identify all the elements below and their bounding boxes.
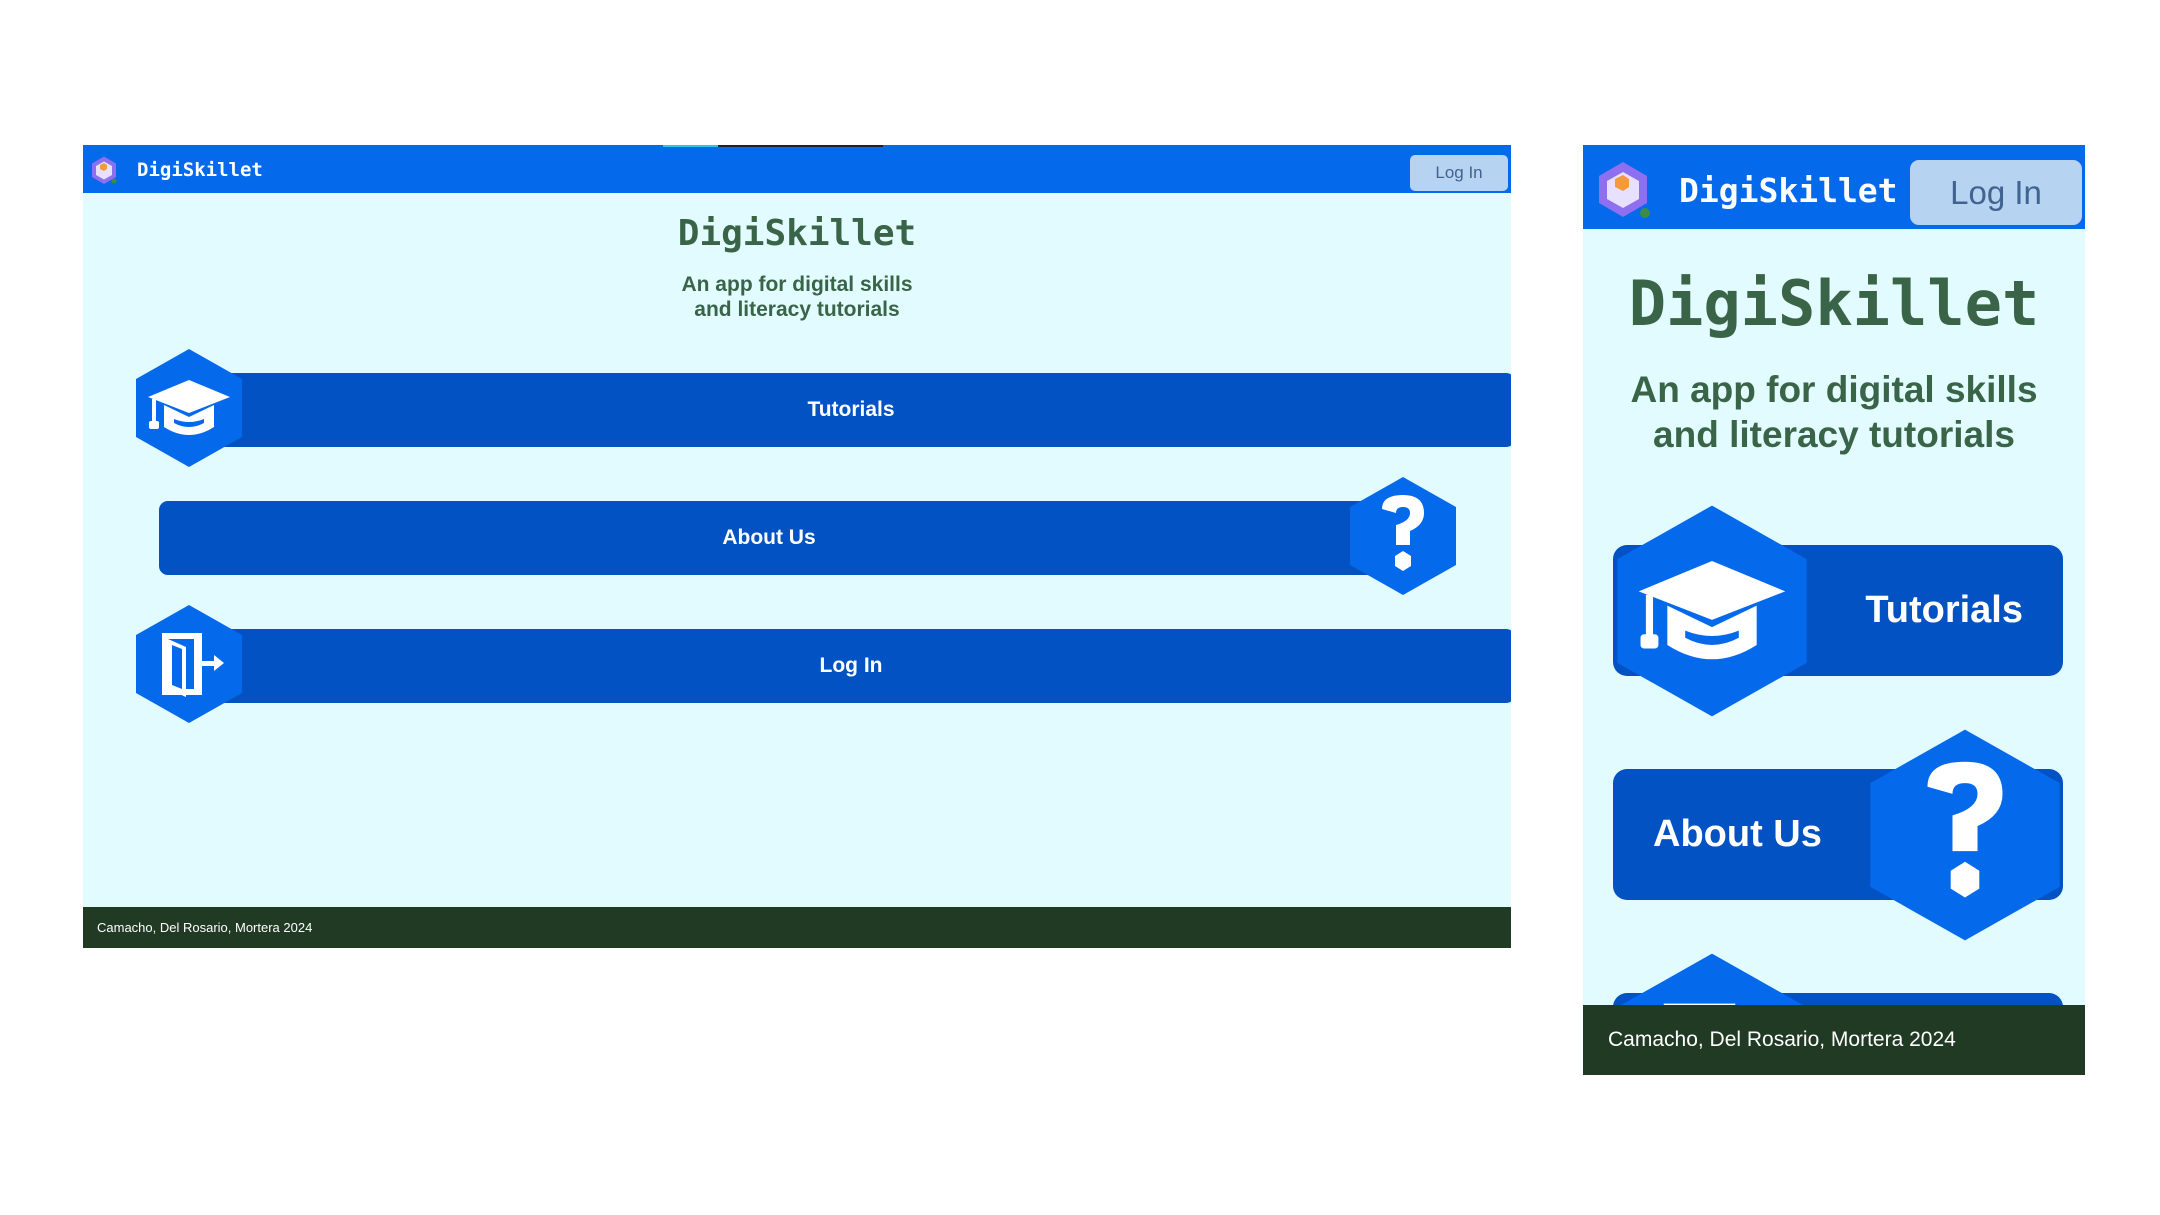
subtitle-line-1: An app for digital skills [1630,369,2038,410]
mobile-navbar: DigiSkillet Log In [1583,145,2085,229]
question-mark-icon[interactable] [1348,475,1458,597]
page-title: DigiSkillet [677,213,917,254]
navbar-login-button[interactable]: Log In [1410,155,1508,191]
mobile-screen: DigiSkillet Log In DigiSkillet An app fo… [1583,145,2085,1075]
navbar-brand[interactable]: DigiSkillet [1679,171,1898,210]
page-title: DigiSkillet [1628,267,2040,340]
subtitle-line-2: and literacy tutorials [694,298,900,321]
tutorials-button-label: Tutorials [1865,589,2023,631]
login-menu-button-label: Log In [819,654,883,677]
navbar-brand[interactable]: DigiSkillet [137,159,263,181]
door-exit-icon[interactable] [134,603,244,725]
graduation-cap-icon[interactable] [134,347,244,469]
subtitle-line-2: and literacy tutorials [1653,414,2015,455]
desktop-screen: DigiSkillet Log In DigiSkillet An app fo… [83,145,1511,948]
subtitle-line-1: An app for digital skills [681,273,913,296]
app-logo-icon [1599,162,1650,218]
graduation-cap-icon[interactable] [1613,502,1811,720]
tutorials-button[interactable]: Tutorials [187,373,1511,447]
page-subtitle: An app for digital skills and literacy t… [1583,367,2085,457]
about-us-button-label: About Us [1653,813,1822,855]
desktop-navbar: DigiSkillet Log In [83,145,1511,193]
question-mark-icon[interactable] [1866,726,2064,944]
about-us-button[interactable]: About Us [159,501,1379,575]
page-footer: Camacho, Del Rosario, Mortera 2024 [83,907,1511,948]
navbar-login-button[interactable]: Log In [1910,160,2082,225]
app-logo-icon [92,156,117,184]
page-subtitle: An app for digital skills and literacy t… [83,272,1511,322]
tutorials-button-label: Tutorials [807,398,895,421]
login-menu-button[interactable]: Log In [187,629,1511,703]
tab-indicator-accent [663,145,718,147]
page-footer: Camacho, Del Rosario, Mortera 2024 [1583,1005,2085,1075]
about-us-button-label: About Us [722,526,816,549]
